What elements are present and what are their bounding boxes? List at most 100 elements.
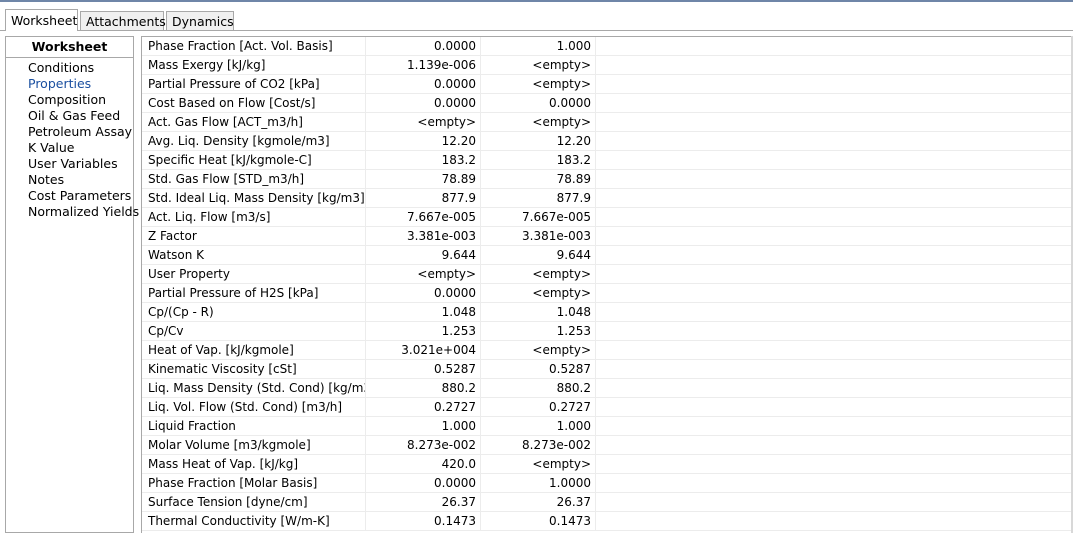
empty-cell	[596, 37, 1073, 56]
property-value-cell[interactable]: 78.89	[366, 170, 481, 189]
tab-bar: Worksheet Attachments Dynamics	[0, 9, 1073, 31]
property-value-cell[interactable]: 9.644	[481, 246, 596, 265]
property-name-cell: Specific Heat [kJ/kgmole-C]	[142, 151, 366, 170]
empty-cell	[596, 398, 1073, 417]
property-value-cell[interactable]: 183.2	[481, 151, 596, 170]
property-value-cell[interactable]: 183.2	[366, 151, 481, 170]
property-value-cell[interactable]: 3.381e-003	[481, 227, 596, 246]
property-value-cell[interactable]: <empty>	[481, 341, 596, 360]
sidebar-item-oil-gas-feed[interactable]: Oil & Gas Feed	[6, 108, 133, 124]
property-value-cell[interactable]: 3.381e-003	[366, 227, 481, 246]
property-value-cell[interactable]: 0.0000	[366, 94, 481, 113]
property-value-cell[interactable]: 12.20	[366, 132, 481, 151]
property-value-cell[interactable]: 880.2	[366, 379, 481, 398]
sidebar-item-user-variables[interactable]: User Variables	[6, 156, 133, 172]
property-name-cell: Cp/Cv	[142, 322, 366, 341]
property-value-cell[interactable]: 7.667e-005	[481, 208, 596, 227]
property-value-cell[interactable]: 0.2727	[366, 398, 481, 417]
tab-attachments[interactable]: Attachments	[80, 11, 166, 30]
property-name-cell: Surface Tension [dyne/cm]	[142, 493, 366, 512]
property-value-cell[interactable]: <empty>	[481, 56, 596, 75]
empty-cell	[596, 208, 1073, 227]
property-value-cell[interactable]: 0.5287	[481, 360, 596, 379]
property-name-cell: Mass Exergy [kJ/kg]	[142, 56, 366, 75]
property-value-cell[interactable]: 78.89	[481, 170, 596, 189]
property-value-cell[interactable]: 880.2	[481, 379, 596, 398]
property-value-cell[interactable]: 8.273e-002	[366, 436, 481, 455]
property-value-cell[interactable]: 0.0000	[366, 284, 481, 303]
property-value-cell[interactable]: 0.1473	[366, 512, 481, 531]
properties-row-list: Phase Fraction [Act. Vol. Basis] 0.0000 1.…	[142, 37, 1073, 531]
sidebar-item-normalized-yields[interactable]: Normalized Yields	[6, 204, 139, 220]
property-value-cell[interactable]: 1.048	[481, 303, 596, 322]
property-value-cell[interactable]: 1.139e-006	[366, 56, 481, 75]
property-value-cell[interactable]: 1.048	[366, 303, 481, 322]
table-row: Molar Volume [m3/kgmole] 8.273e-002 8.273e…	[142, 436, 1073, 455]
property-name-cell: Molar Volume [m3/kgmole]	[142, 436, 366, 455]
worksheet-sidebar: Worksheet Conditions Properties Compositio…	[5, 36, 139, 533]
property-value-cell[interactable]: 0.0000	[366, 474, 481, 493]
sidebar-item-notes[interactable]: Notes	[6, 172, 133, 188]
property-name-cell: Liq. Vol. Flow (Std. Cond) [m3/h]	[142, 398, 366, 417]
property-value-cell[interactable]: 12.20	[481, 132, 596, 151]
property-value-cell[interactable]: <empty>	[481, 455, 596, 474]
sidebar-item-cost-parameters[interactable]: Cost Parameters	[6, 188, 133, 204]
tab-worksheet[interactable]: Worksheet	[5, 9, 78, 31]
sidebar-item-properties[interactable]: Properties	[6, 76, 133, 92]
table-row: Std. Gas Flow [STD_m3/h] 78.89 78.89	[142, 170, 1073, 189]
property-value-cell[interactable]: 0.1473	[481, 512, 596, 531]
property-name-cell: User Property	[142, 265, 366, 284]
empty-cell	[596, 436, 1073, 455]
window-top-border	[0, 0, 1073, 2]
property-value-cell[interactable]: 0.0000	[366, 37, 481, 56]
property-value-cell[interactable]: 8.273e-002	[481, 436, 596, 455]
property-value-cell[interactable]: 877.9	[366, 189, 481, 208]
property-value-cell[interactable]: 26.37	[366, 493, 481, 512]
tab-dynamics[interactable]: Dynamics	[166, 11, 234, 30]
sidebar-item-k-value[interactable]: K Value	[6, 140, 133, 156]
property-value-cell[interactable]: 0.5287	[366, 360, 481, 379]
empty-cell	[596, 189, 1073, 208]
property-name-cell: Phase Fraction [Act. Vol. Basis]	[142, 37, 366, 56]
sidebar-item-composition[interactable]: Composition	[6, 92, 133, 108]
table-row: Liq. Mass Density (Std. Cond) [kg/m3] 880…	[142, 379, 1073, 398]
property-value-cell[interactable]: 1.253	[481, 322, 596, 341]
property-value-cell[interactable]: 0.2727	[481, 398, 596, 417]
property-value-cell[interactable]: 877.9	[481, 189, 596, 208]
property-value-cell[interactable]: 26.37	[481, 493, 596, 512]
table-row: Heat of Vap. [kJ/kgmole] 3.021e+004 <empty…	[142, 341, 1073, 360]
property-value-cell[interactable]: 0.0000	[481, 94, 596, 113]
property-value-cell[interactable]: <empty>	[481, 113, 596, 132]
table-row: User Property <empty> <empty>	[142, 265, 1073, 284]
table-row: Std. Ideal Liq. Mass Density [kg/m3] 877.…	[142, 189, 1073, 208]
table-row: Thermal Conductivity [W/m-K] 0.1473 0.1473	[142, 512, 1073, 531]
property-name-cell: Std. Gas Flow [STD_m3/h]	[142, 170, 366, 189]
empty-cell	[596, 227, 1073, 246]
property-value-cell[interactable]: 1.000	[481, 417, 596, 436]
empty-cell	[596, 512, 1073, 531]
property-value-cell[interactable]: 1.0000	[481, 474, 596, 493]
property-value-cell[interactable]: 7.667e-005	[366, 208, 481, 227]
table-row: Mass Exergy [kJ/kg] 1.139e-006 <empty>	[142, 56, 1073, 75]
property-value-cell[interactable]: <empty>	[481, 75, 596, 94]
property-value-cell[interactable]: 1.253	[366, 322, 481, 341]
property-value-cell[interactable]: 3.021e+004	[366, 341, 481, 360]
property-value-cell[interactable]: <empty>	[481, 284, 596, 303]
property-value-cell[interactable]: <empty>	[481, 265, 596, 284]
property-value-cell[interactable]: 420.0	[366, 455, 481, 474]
property-value-cell[interactable]: 0.0000	[366, 75, 481, 94]
table-row: Kinematic Viscosity [cSt] 0.5287 0.5287	[142, 360, 1073, 379]
sidebar-item-petroleum-assay[interactable]: Petroleum Assay	[6, 124, 133, 140]
empty-cell	[596, 474, 1073, 493]
property-name-cell: Partial Pressure of CO2 [kPa]	[142, 75, 366, 94]
property-value-cell[interactable]: <empty>	[366, 265, 481, 284]
property-value-cell[interactable]: 1.000	[366, 417, 481, 436]
empty-cell	[596, 132, 1073, 151]
sidebar-item-conditions[interactable]: Conditions	[6, 60, 133, 76]
property-value-cell[interactable]: <empty>	[366, 113, 481, 132]
empty-cell	[596, 265, 1073, 284]
empty-cell	[596, 151, 1073, 170]
tab-divider	[0, 30, 1073, 31]
property-value-cell[interactable]: 1.000	[481, 37, 596, 56]
property-value-cell[interactable]: 9.644	[366, 246, 481, 265]
